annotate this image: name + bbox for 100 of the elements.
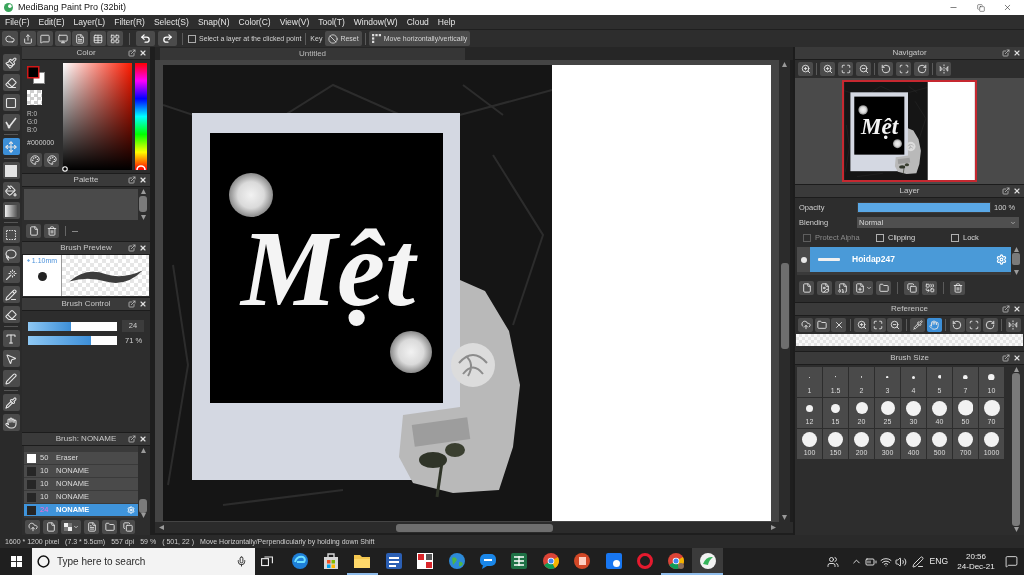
transparent-color-swatch[interactable] (27, 90, 42, 105)
zoom-in-button[interactable] (854, 318, 869, 332)
scroll-right-icon[interactable] (771, 525, 776, 530)
scrollbar-thumb[interactable] (1012, 253, 1020, 265)
magic-wand-tool-button[interactable] (2, 266, 20, 283)
fit-button[interactable] (870, 318, 886, 332)
duplicate-layer-button[interactable] (904, 281, 919, 295)
pen-icon[interactable] (911, 555, 924, 568)
speech-bubble-button[interactable] (37, 31, 53, 46)
slider-track[interactable] (28, 321, 117, 331)
volume-icon[interactable] (894, 555, 907, 568)
scroll-up-icon[interactable] (140, 189, 146, 194)
delete-palette-button[interactable] (44, 224, 59, 238)
document-tab[interactable]: Untitled (160, 48, 465, 60)
texture-dropdown-button[interactable] (61, 520, 81, 534)
close-button[interactable] (1013, 354, 1021, 362)
undock-button[interactable] (1002, 187, 1010, 195)
rotate-left-button[interactable] (878, 62, 893, 76)
fit-button[interactable] (838, 62, 853, 76)
rotate-right-button[interactable] (914, 62, 929, 76)
folder-button[interactable] (102, 520, 117, 534)
notification-icon[interactable] (1005, 555, 1018, 568)
zoom-button[interactable] (798, 62, 813, 76)
slider-track[interactable] (28, 336, 117, 345)
frame-button[interactable] (966, 318, 981, 332)
flip-button[interactable] (1005, 318, 1021, 332)
scrollbar-thumb[interactable] (139, 499, 147, 513)
reset-view-button[interactable] (896, 62, 911, 76)
new-tone-layer-button[interactable] (835, 281, 850, 295)
rotate-left-button[interactable] (949, 318, 965, 332)
undock-button[interactable] (128, 435, 136, 443)
menu-item[interactable]: Color(C) (238, 17, 271, 27)
new-palette-button[interactable] (26, 224, 41, 238)
table-button[interactable] (89, 31, 106, 46)
share-button[interactable] (19, 31, 36, 46)
undock-button[interactable] (128, 176, 136, 184)
zoom-out-button[interactable] (887, 318, 902, 332)
scroll-up-icon[interactable] (140, 448, 146, 453)
menu-item[interactable]: Snap(N) (197, 17, 230, 27)
close-button[interactable] (139, 49, 147, 57)
square-tool-button[interactable] (2, 94, 20, 111)
close-button[interactable] (1013, 305, 1021, 313)
clock[interactable]: 20:56 24-Dec-21 (956, 552, 996, 571)
scrollbar-thumb[interactable] (396, 523, 553, 532)
duplicate-button[interactable] (120, 520, 135, 534)
grid-button[interactable] (107, 31, 123, 46)
eyedropper-tool-button[interactable] (2, 394, 20, 411)
scroll-up-icon[interactable] (782, 62, 787, 67)
undock-button[interactable] (1002, 49, 1010, 57)
opacity-slider[interactable] (858, 203, 990, 212)
menu-item[interactable]: Filter(R) (114, 17, 145, 27)
scrollbar-thumb[interactable] (1012, 373, 1020, 526)
paint-bucket-tool-button[interactable] (2, 182, 20, 199)
microphone-icon[interactable] (236, 556, 247, 567)
new-image-layer-button[interactable] (817, 281, 832, 295)
palette-settings-button[interactable] (44, 153, 59, 167)
delete-layer-button[interactable] (950, 281, 965, 295)
upload-button[interactable] (798, 318, 813, 332)
text-tool-button[interactable] (2, 330, 20, 347)
menu-item[interactable]: Window(W) (353, 17, 398, 27)
undock-button[interactable] (128, 49, 136, 57)
close-button[interactable] (1013, 187, 1021, 195)
menu-item[interactable]: Layer(L) (73, 17, 106, 27)
pencil-tool-button[interactable] (2, 286, 20, 303)
redo-button[interactable] (158, 31, 177, 46)
wifi-icon[interactable] (879, 555, 892, 568)
eraser-tool-button[interactable] (2, 74, 20, 91)
brush-tool-button[interactable] (2, 54, 20, 71)
document-button[interactable] (72, 31, 88, 46)
zoom-in-button[interactable] (820, 62, 835, 76)
undo-button[interactable] (136, 31, 155, 46)
people-icon[interactable] (826, 555, 839, 568)
taskbar-app-button[interactable] (692, 548, 724, 575)
flip-button[interactable] (936, 62, 951, 76)
upload-button[interactable] (25, 520, 40, 534)
scroll-down-icon[interactable] (782, 515, 787, 520)
close-button[interactable] (139, 300, 147, 308)
hand-button[interactable] (926, 318, 942, 332)
color-field[interactable] (63, 63, 132, 170)
visibility-dot-icon[interactable] (800, 256, 807, 263)
checkbox[interactable] (188, 34, 196, 43)
checkbox[interactable] (951, 233, 959, 242)
menu-item[interactable]: Edit(E) (38, 17, 65, 27)
scroll-down-icon[interactable] (140, 215, 146, 220)
monitor-button[interactable] (54, 31, 71, 46)
gradient-tool-button[interactable] (2, 202, 20, 219)
undock-button[interactable] (128, 244, 136, 252)
color-swatches-icon[interactable] (27, 66, 45, 84)
menu-item[interactable]: Cloud (406, 17, 429, 27)
checkbox[interactable] (876, 233, 884, 242)
zoom-out-button[interactable] (856, 62, 871, 76)
folder-button[interactable] (814, 318, 830, 332)
polyline-tool-button[interactable] (2, 114, 20, 131)
menu-item[interactable]: Help (437, 17, 456, 27)
rotate-right-button[interactable] (982, 318, 998, 332)
move-tool-button[interactable] (2, 138, 20, 155)
lasso-tool-button[interactable] (2, 246, 20, 263)
menu-item[interactable]: View(V) (279, 17, 310, 27)
settings-icon[interactable] (127, 506, 135, 514)
battery-icon[interactable] (864, 555, 877, 568)
